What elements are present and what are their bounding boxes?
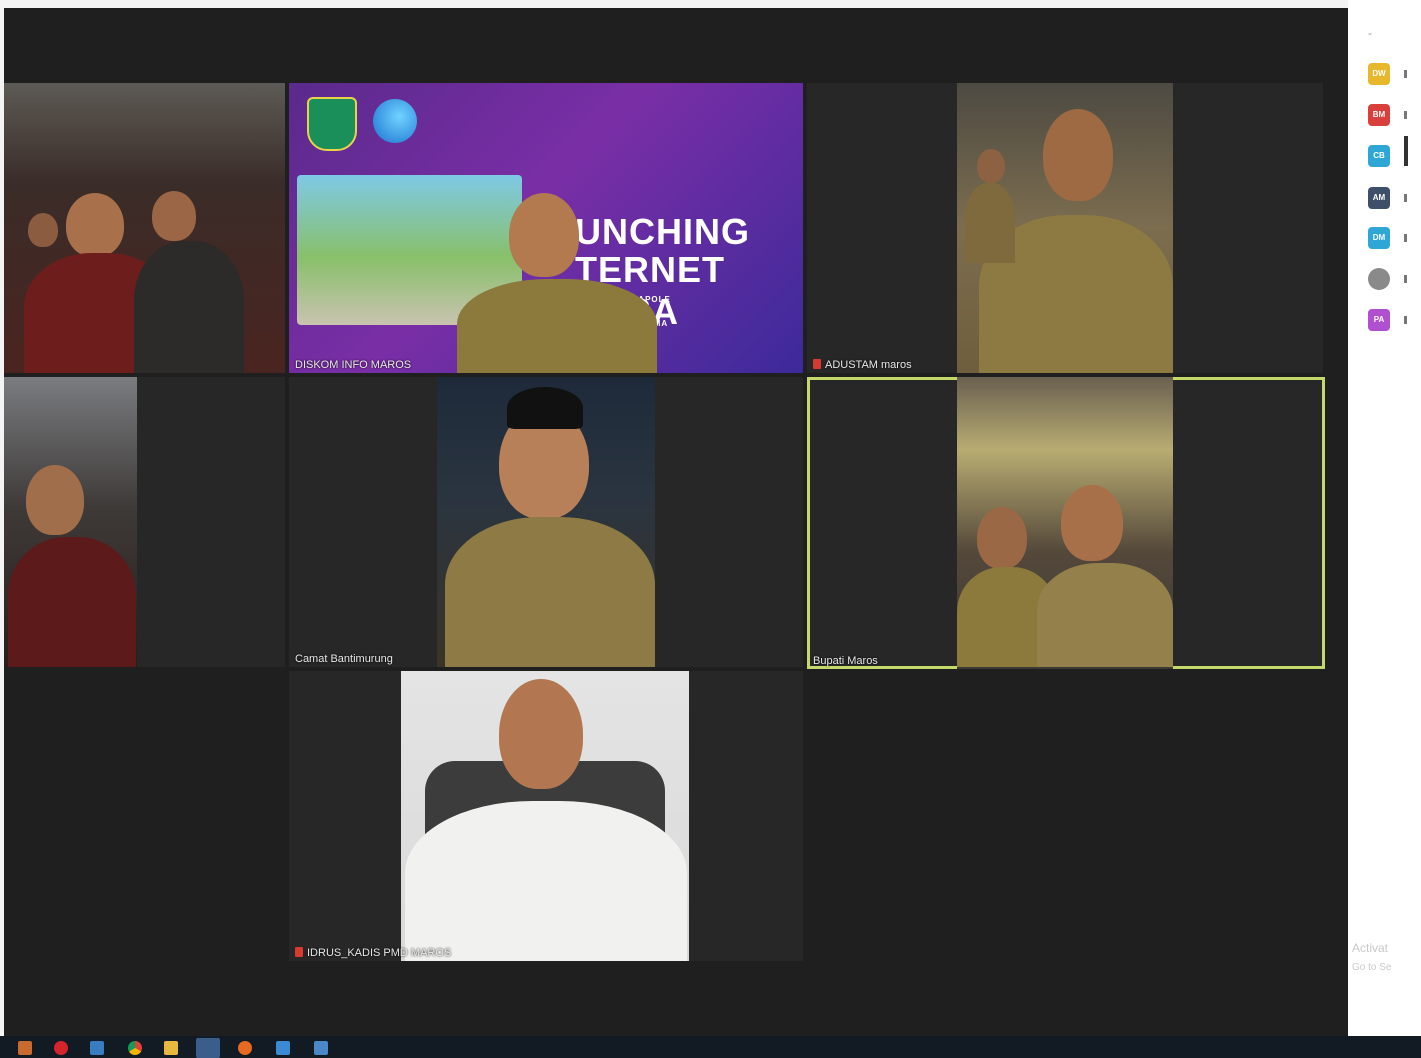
participant-name: Camat Bantimurung — [295, 653, 393, 665]
participant-avatar[interactable]: AM — [1368, 187, 1390, 209]
panel-collapse-button[interactable]: - — [1368, 26, 1372, 40]
participants-panel: - DW BM CB AM DM PA Activat Go to Se — [1348, 0, 1421, 1036]
opera-icon[interactable] — [54, 1041, 68, 1055]
device-icon[interactable] — [314, 1041, 328, 1055]
participant-tile[interactable]: Bupati Maros — [807, 377, 1325, 669]
participant-tile[interactable] — [4, 83, 285, 373]
participant-name: IDRUS_KADIS PMD MAROS — [295, 947, 451, 959]
participant-avatar[interactable]: CB — [1368, 145, 1390, 167]
participant-avatar[interactable]: DW — [1368, 63, 1390, 85]
participant-video — [4, 377, 137, 667]
zoom-icon[interactable] — [196, 1038, 220, 1058]
chrome-icon[interactable] — [128, 1041, 142, 1055]
participant-avatar-photo[interactable] — [1368, 268, 1390, 290]
calculator-icon[interactable] — [90, 1041, 104, 1055]
windows-activation-watermark: Activat Go to Se — [1352, 941, 1392, 973]
participant-avatar[interactable]: BM — [1368, 104, 1390, 126]
participant-video — [401, 671, 689, 961]
participant-video — [4, 83, 285, 373]
participant-tile[interactable]: UNCHING TERNET DESA ERAMPAPOLE LAMA DISK… — [289, 83, 803, 373]
participant-name: ADUSTAM maros — [813, 359, 912, 371]
windows-taskbar — [0, 1036, 1421, 1058]
video-gallery: UNCHING TERNET DESA ERAMPAPOLE LAMA DISK… — [4, 8, 1348, 1036]
participant-name: DISKOM INFO MAROS — [295, 359, 412, 371]
zoom-meeting-window: UNCHING TERNET DESA ERAMPAPOLE LAMA DISK… — [0, 0, 1421, 1058]
network-icon[interactable] — [276, 1041, 290, 1055]
participant-video — [957, 377, 1173, 669]
participant-video — [437, 377, 655, 667]
participant-tile[interactable]: Camat Bantimurung — [289, 377, 803, 667]
participant-tile[interactable]: IDRUS_KADIS PMD MAROS — [289, 671, 803, 961]
participant-avatar[interactable]: PA — [1368, 309, 1390, 331]
regency-logo — [307, 97, 357, 151]
muted-mic-icon — [295, 947, 303, 957]
slide-title-line1: UNCHING — [575, 211, 750, 252]
participant-tile[interactable] — [4, 377, 285, 667]
participant-tile[interactable]: ADUSTAM maros — [807, 83, 1323, 373]
app-icon[interactable] — [18, 1041, 32, 1055]
participant-avatar[interactable]: DM — [1368, 227, 1390, 249]
shared-slide: UNCHING TERNET DESA ERAMPAPOLE LAMA — [289, 83, 803, 373]
firefox-icon[interactable] — [238, 1041, 252, 1055]
muted-mic-icon — [813, 359, 821, 369]
kominfo-logo — [373, 99, 417, 143]
folder-icon[interactable] — [164, 1041, 178, 1055]
participant-name: Bupati Maros — [813, 655, 878, 667]
participant-video — [957, 83, 1173, 373]
